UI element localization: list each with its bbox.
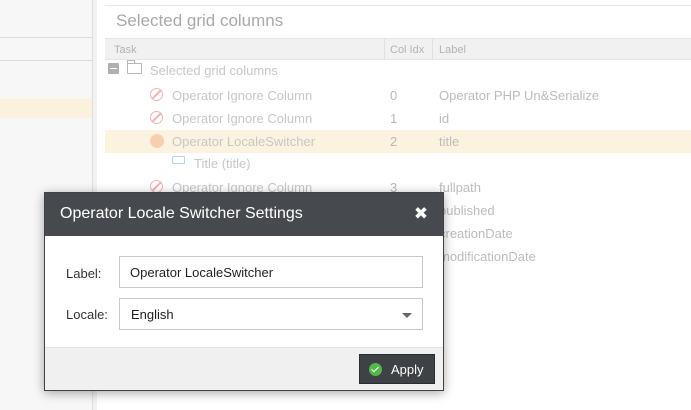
dialog-footer: Apply: [45, 347, 443, 390]
locale-select[interactable]: English: [119, 298, 423, 330]
row-col-idx: 0: [390, 88, 398, 103]
row-label: published: [439, 203, 495, 218]
panel-divider: [105, 5, 691, 6]
ban-icon: [150, 111, 163, 124]
locale-select-value: English: [131, 307, 174, 322]
locale-field-label: Locale:: [66, 307, 108, 322]
column-header-label[interactable]: Label: [439, 44, 466, 56]
column-separator: [384, 39, 385, 59]
table-row-selected[interactable]: Operator LocaleSwitcher 2 title: [105, 130, 691, 153]
row-col-idx: 2: [390, 134, 398, 149]
column-separator: [432, 39, 433, 59]
table-row[interactable]: Title (title): [105, 152, 691, 175]
locale-switcher-dialog: Operator Locale Switcher Settings ✖ Labe…: [44, 192, 444, 391]
panel-title: Selected grid columns: [116, 11, 284, 30]
row-task: Operator Ignore Column: [172, 88, 313, 103]
ban-icon: [150, 88, 163, 101]
row-label: id: [439, 111, 450, 126]
row-label: fullpath: [439, 180, 481, 195]
check-circle-icon: [369, 363, 382, 376]
locale-icon: [150, 134, 164, 148]
row-col-idx: 1: [390, 111, 398, 126]
row-task: Operator LocaleSwitcher: [172, 134, 316, 149]
chevron-down-icon[interactable]: [402, 313, 412, 318]
row-label: title: [439, 134, 460, 149]
collapse-icon[interactable]: [108, 63, 119, 74]
dialog-header[interactable]: Operator Locale Switcher Settings ✖: [45, 193, 443, 236]
tree-root-row[interactable]: Selected grid columns: [105, 59, 691, 82]
table-row[interactable]: Operator Ignore Column 0 Operator PHP Un…: [105, 84, 691, 107]
sidebar-selected-row[interactable]: [0, 99, 92, 118]
close-icon[interactable]: ✖: [413, 205, 429, 222]
grid-header: Task Col Idx Label: [105, 38, 691, 60]
label-field-label: Label:: [66, 266, 102, 281]
row-task: Title (title): [194, 156, 251, 171]
sidebar-divider: [0, 60, 92, 61]
column-header-task[interactable]: Task: [114, 44, 137, 56]
row-task: Operator Ignore Column: [172, 111, 313, 126]
column-header-col-idx[interactable]: Col Idx: [390, 44, 424, 56]
sidebar-divider: [0, 37, 92, 38]
field-tag-icon: [172, 156, 185, 164]
row-label: modificationDate: [439, 249, 536, 264]
label-input-box[interactable]: [119, 256, 423, 288]
apply-button[interactable]: Apply: [359, 354, 435, 384]
row-label: creationDate: [439, 226, 513, 241]
tree-root-label: Selected grid columns: [150, 63, 278, 78]
dialog-title: Operator Locale Switcher Settings: [60, 205, 303, 222]
label-input[interactable]: [120, 257, 422, 287]
folder-open-icon: [127, 60, 142, 74]
row-label: Operator PHP Un&Serialize: [439, 88, 600, 103]
apply-button-label: Apply: [391, 362, 424, 377]
table-row[interactable]: Operator Ignore Column 1 id: [105, 107, 691, 130]
